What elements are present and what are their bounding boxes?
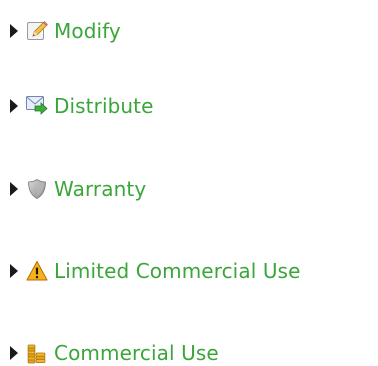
expand-arrow-icon[interactable]: [10, 95, 22, 117]
warning-icon: [26, 260, 48, 282]
pencil-icon: [26, 20, 48, 42]
license-permissions-list: Modify Distribute Warranty Limited Comme…: [0, 0, 378, 366]
list-item-label: Modify: [54, 19, 121, 43]
list-item-label: Warranty: [54, 177, 147, 201]
list-item-label: Distribute: [54, 94, 154, 118]
expand-arrow-icon[interactable]: [10, 260, 22, 282]
list-item-distribute[interactable]: Distribute: [0, 89, 154, 123]
envelope-forward-icon: [26, 95, 48, 117]
list-item-commercial-use[interactable]: Commercial Use: [0, 336, 219, 366]
shield-icon: [26, 178, 48, 200]
list-item-modify[interactable]: Modify: [0, 14, 121, 48]
list-item-warranty[interactable]: Warranty: [0, 172, 146, 206]
expand-arrow-icon[interactable]: [10, 342, 22, 364]
coins-icon: [26, 342, 48, 364]
list-item-label: Limited Commercial Use: [54, 259, 301, 283]
list-item-label: Commercial Use: [54, 341, 219, 365]
list-item-limited-commercial-use[interactable]: Limited Commercial Use: [0, 254, 300, 288]
expand-arrow-icon[interactable]: [10, 20, 22, 42]
expand-arrow-icon[interactable]: [10, 178, 22, 200]
